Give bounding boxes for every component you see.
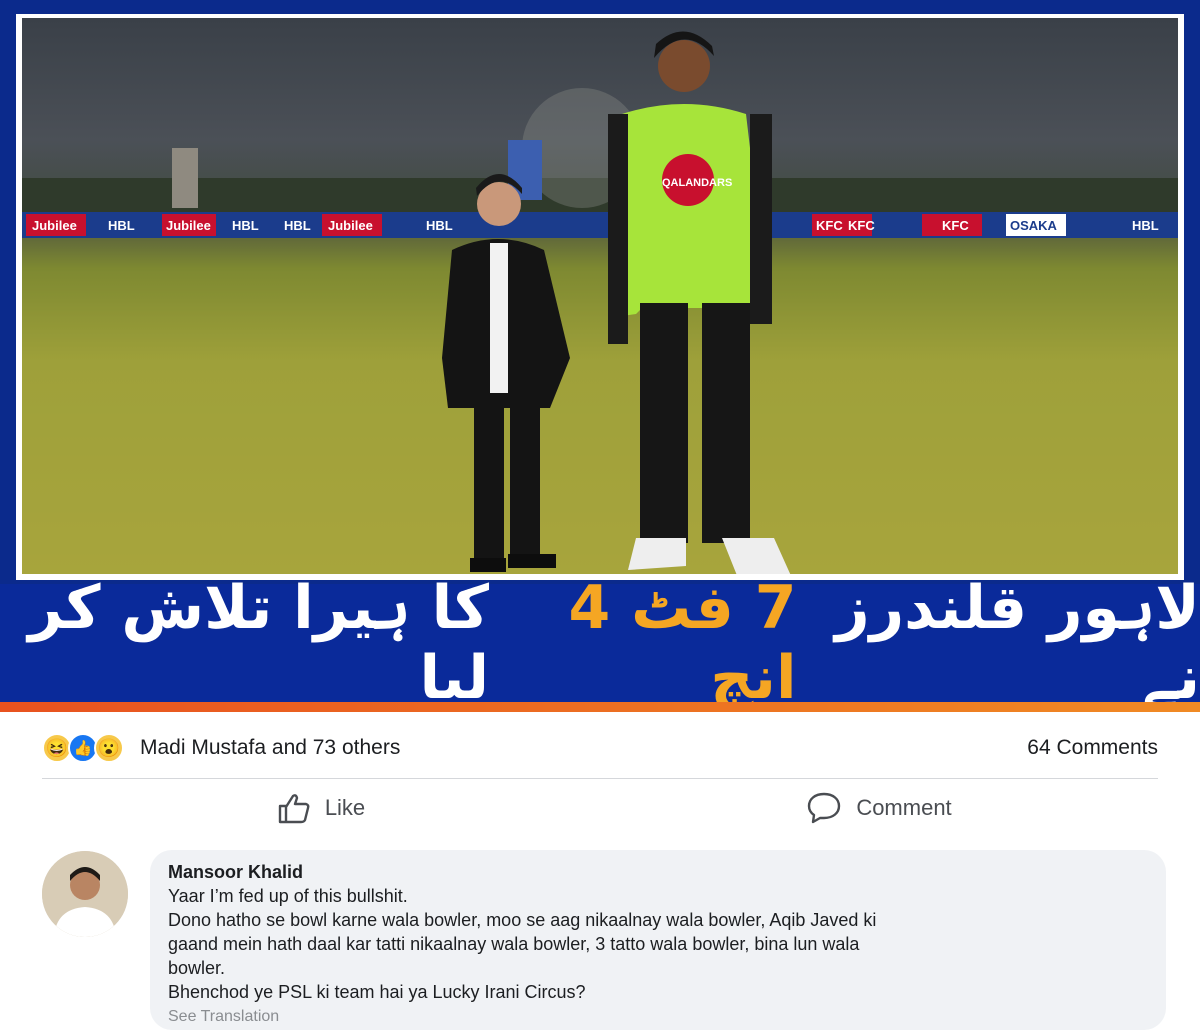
reactions-row: 😆 👍 😮 Madi Mustafa and 73 others 64 Comm… — [42, 728, 1158, 768]
post-actions: Like Comment — [42, 786, 1158, 830]
wow-icon: 😮 — [94, 733, 124, 763]
headline-part: لاہور قلندرز نے — [835, 573, 1200, 712]
comment-line: Yaar I’m fed up of this bullshit. — [168, 886, 408, 906]
thumbs-up-icon — [278, 794, 310, 824]
field — [22, 238, 1178, 574]
comment-line: gaand mein hath daal kar tatti nikaalnay… — [168, 934, 860, 954]
headline-bar: لاہور قلندرز نے 7 فٹ 4 انچ کا ہیرا تلاش … — [0, 573, 1200, 712]
comment-button[interactable]: Comment — [600, 786, 1158, 830]
banner-text: Jubilee — [166, 218, 211, 233]
banner-text: HBL — [1132, 218, 1159, 233]
avatar-image — [42, 851, 128, 937]
banner-text: Jubilee — [32, 218, 77, 233]
jersey-logo-text: QALANDARS — [662, 177, 732, 189]
banner-text: Jubilee — [328, 218, 373, 233]
comment-label: Comment — [856, 795, 952, 820]
comments-count[interactable]: 64 Comments — [1027, 736, 1158, 760]
divider — [42, 778, 1158, 779]
banner-text: HBL — [108, 218, 135, 233]
see-translation-link[interactable]: See Translation — [168, 1008, 279, 1026]
comment-author[interactable]: Mansoor Khalid — [168, 860, 1148, 884]
comment-line: Dono hatho se bowl karne wala bowler, mo… — [168, 910, 877, 930]
headline: لاہور قلندرز نے 7 فٹ 4 انچ کا ہیرا تلاش … — [0, 573, 1200, 712]
banner-text: KFC — [942, 218, 969, 233]
comment-icon — [808, 792, 841, 824]
stadium-photo-drawing: Jubilee HBL Jubilee HBL HBL Jubilee HBL … — [22, 31, 1178, 574]
billboard-tower — [172, 148, 198, 208]
comment-line: bowler. — [168, 958, 226, 978]
like-label: Like — [324, 795, 366, 820]
avatar[interactable] — [42, 851, 128, 937]
reactors-text[interactable]: Madi Mustafa and 73 others — [140, 736, 400, 760]
banner-text: KFC — [848, 218, 875, 233]
comment-line: Bhenchod ye PSL ki team hai ya Lucky Ira… — [168, 982, 586, 1002]
stadium-photo: Jubilee HBL Jubilee HBL HBL Jubilee HBL … — [22, 18, 1178, 574]
reaction-summary[interactable]: 😆 👍 😮 Madi Mustafa and 73 others — [42, 733, 400, 763]
banner-text: KFC — [816, 218, 843, 233]
headline-highlight: 7 فٹ 4 انچ — [568, 573, 797, 712]
post-image[interactable]: Jubilee HBL Jubilee HBL HBL Jubilee HBL … — [0, 0, 1200, 712]
banner-text: HBL — [284, 218, 311, 233]
like-button[interactable]: Like — [42, 786, 600, 830]
headline-part: کا ہیرا تلاش کر لیا — [28, 573, 490, 712]
comment-bubble: Mansoor Khalid Yaar I’m fed up of this b… — [150, 850, 1166, 1030]
banner-text: HBL — [426, 218, 453, 233]
photo-frame: Jubilee HBL Jubilee HBL HBL Jubilee HBL … — [16, 14, 1184, 580]
banner-text: OSAKA — [1010, 218, 1058, 233]
orange-divider — [0, 702, 1200, 712]
banner-text: HBL — [232, 218, 259, 233]
